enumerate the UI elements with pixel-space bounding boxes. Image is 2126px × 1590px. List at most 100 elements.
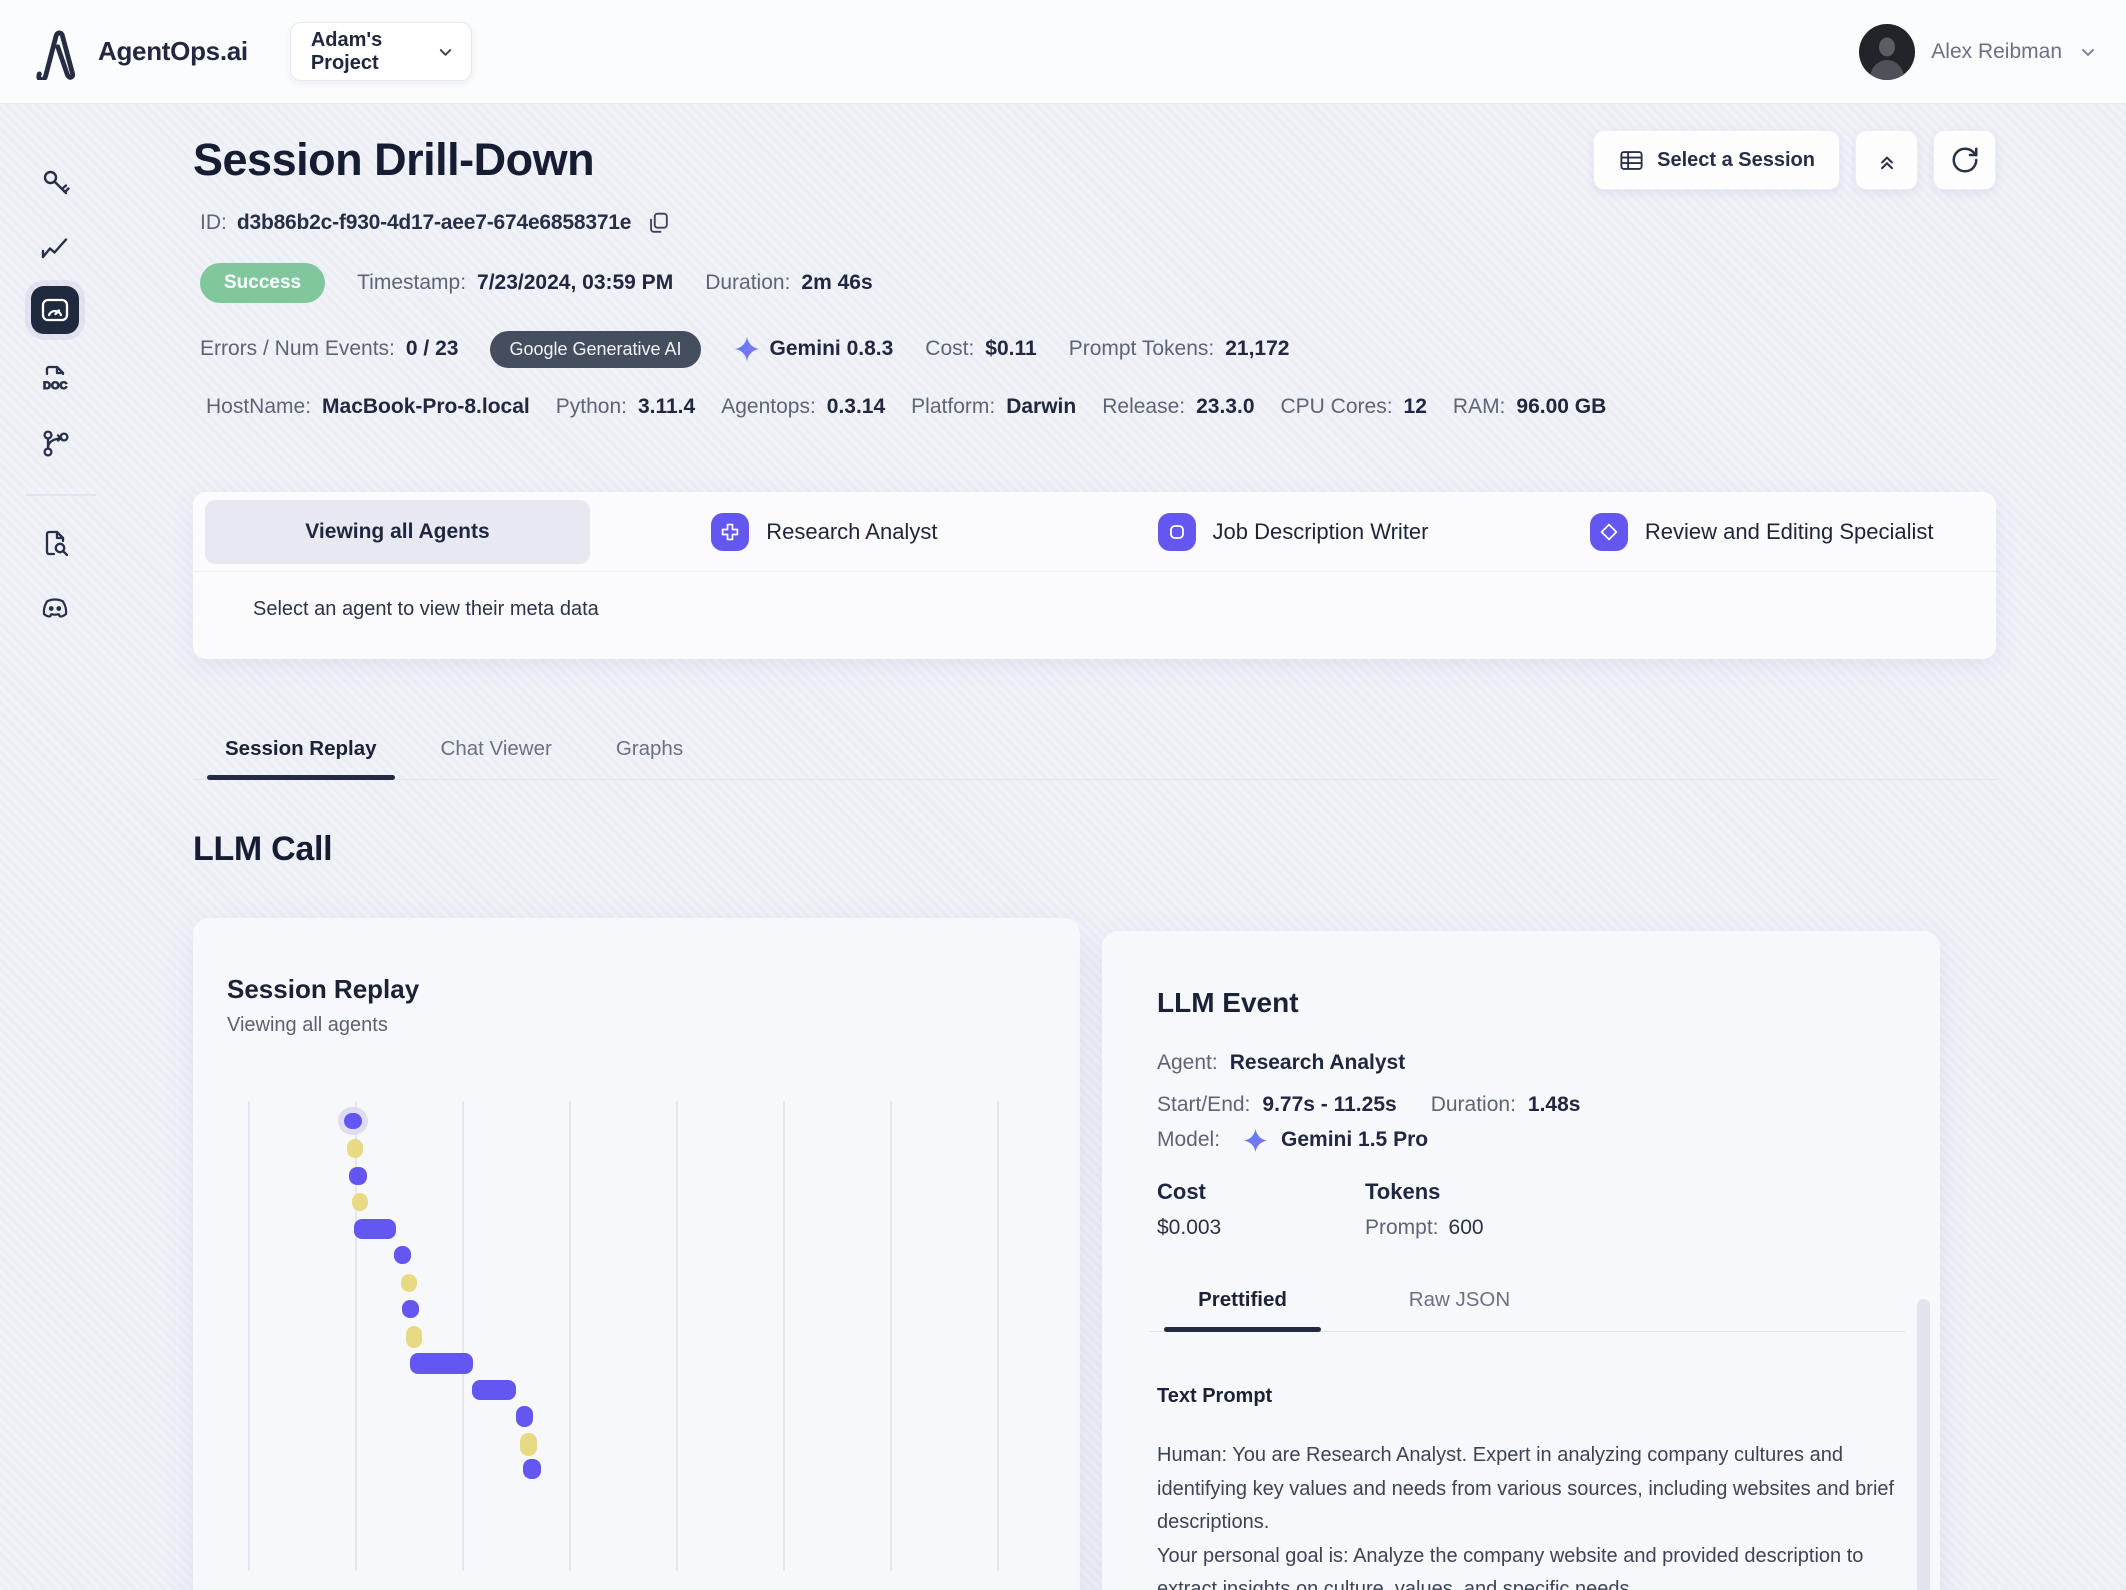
key-icon[interactable] bbox=[37, 164, 73, 200]
gemini-icon bbox=[734, 336, 759, 362]
ram-label: RAM: bbox=[1452, 395, 1506, 418]
host-row: HostName: MacBook-Pro-8.local Python: 3.11… bbox=[193, 392, 1996, 422]
tab-chat-viewer[interactable]: Chat Viewer bbox=[441, 737, 552, 761]
errors-label: Errors / Num Events: bbox=[200, 337, 395, 360]
event-bar[interactable] bbox=[523, 1459, 541, 1479]
git-branch-icon[interactable] bbox=[37, 425, 73, 461]
prompt-value: 600 bbox=[1448, 1216, 1484, 1239]
cpu-value: 12 bbox=[1403, 395, 1427, 418]
events-row: Errors / Num Events: 0 / 23 Google Genera… bbox=[193, 328, 1996, 370]
select-session-label: Select a Session bbox=[1657, 148, 1815, 171]
main-content: Session Drill-Down Select a Session ID: … bbox=[193, 104, 1996, 1590]
cost-value: $0.11 bbox=[985, 337, 1037, 360]
event-bar[interactable] bbox=[344, 1113, 362, 1129]
sidebar: DOC bbox=[0, 104, 110, 1590]
discord-icon[interactable] bbox=[37, 590, 73, 626]
analytics-icon[interactable] bbox=[37, 229, 73, 265]
start-end-value: 9.77s - 11.25s bbox=[1262, 1093, 1397, 1116]
agent-tab-job-description-writer[interactable]: Job Description Writer bbox=[1157, 512, 1429, 551]
chart-gridline bbox=[890, 1101, 892, 1571]
copy-icon[interactable] bbox=[645, 210, 671, 236]
text-prompt-heading: Text Prompt bbox=[1157, 1385, 1273, 1407]
tokens-header: Tokens bbox=[1365, 1179, 1441, 1204]
select-session-button[interactable]: Select a Session bbox=[1593, 130, 1840, 190]
tab-session-replay[interactable]: Session Replay bbox=[207, 737, 395, 780]
agentops-value: 0.3.14 bbox=[826, 395, 886, 418]
replay-card-subtitle: Viewing all agents bbox=[227, 1014, 388, 1036]
cost-header: Cost bbox=[1157, 1179, 1206, 1204]
viewing-all-agents-tab[interactable]: Viewing all Agents bbox=[205, 499, 590, 564]
event-bar[interactable] bbox=[394, 1246, 411, 1264]
release-label: Release: bbox=[1102, 395, 1186, 418]
refresh-button[interactable] bbox=[1933, 130, 1996, 190]
agent-label: Research Analyst bbox=[766, 518, 938, 544]
section-heading: LLM Call bbox=[193, 830, 333, 868]
docs-icon[interactable]: DOC bbox=[37, 360, 73, 396]
provider-badge: Google Generative AI bbox=[490, 330, 701, 368]
event-bar[interactable] bbox=[520, 1433, 537, 1456]
text-prompt-body: Human: You are Research Analyst. Expert … bbox=[1157, 1444, 1895, 1590]
chart-gridline bbox=[676, 1101, 678, 1571]
event-bar[interactable] bbox=[402, 1300, 419, 1318]
chart-gridline bbox=[997, 1101, 999, 1571]
tab-prettified[interactable]: Prettified bbox=[1164, 1288, 1321, 1332]
user-menu[interactable]: Alex Reibman bbox=[1859, 23, 2098, 80]
project-selector[interactable]: Adam's Project bbox=[289, 22, 472, 81]
event-bar[interactable] bbox=[349, 1167, 367, 1185]
diamond-agent-icon bbox=[1589, 512, 1628, 551]
session-id-row: ID: d3b86b2c-f930-4d17-aee7-674e6858371e bbox=[193, 210, 1996, 236]
event-bar[interactable] bbox=[406, 1326, 422, 1348]
sidebar-divider bbox=[26, 494, 96, 496]
agents-tab-bar: Viewing all Agents Research Analyst Job … bbox=[193, 492, 1996, 572]
duration-value: 2m 46s bbox=[801, 271, 873, 294]
agent-tab-research-analyst[interactable]: Research Analyst bbox=[711, 512, 938, 551]
brand-name: AgentOps.ai bbox=[98, 36, 248, 66]
timestamp-value: 7/23/2024, 03:59 PM bbox=[477, 271, 674, 294]
cost-label: Cost: bbox=[925, 337, 975, 360]
model-label: Model: bbox=[1157, 1128, 1221, 1151]
chart-gridline bbox=[462, 1101, 464, 1571]
event-bar[interactable] bbox=[347, 1139, 363, 1158]
event-bar[interactable] bbox=[410, 1353, 473, 1374]
llm-event-card: LLM Event Agent: Research Analyst Start/… bbox=[1102, 931, 1940, 1590]
file-search-icon[interactable] bbox=[37, 525, 73, 561]
event-card-scrollbar[interactable] bbox=[1917, 1299, 1930, 1590]
tab-graphs[interactable]: Graphs bbox=[616, 737, 683, 761]
cpu-label: CPU Cores: bbox=[1280, 395, 1393, 418]
hostname-value: MacBook-Pro-8.local bbox=[322, 395, 530, 418]
status-badge: Success bbox=[200, 263, 326, 303]
project-selector-value: Adam's Project bbox=[310, 28, 383, 74]
event-bar[interactable] bbox=[352, 1193, 368, 1211]
agents-hint: Select an agent to view their meta data bbox=[253, 598, 599, 620]
brand: AgentOps.ai bbox=[28, 24, 248, 80]
event-bar[interactable] bbox=[472, 1380, 516, 1400]
agent-tab-review-editing-specialist[interactable]: Review and Editing Specialist bbox=[1589, 512, 1933, 551]
event-card-title: LLM Event bbox=[1157, 987, 1299, 1018]
chevron-down-icon bbox=[2082, 48, 2094, 56]
ram-value: 96.00 GB bbox=[1516, 395, 1607, 418]
app: AgentOps.ai Adam's Project Alex Reibman bbox=[0, 0, 2126, 1590]
event-format-tabs: Prettified Raw JSON bbox=[1150, 1288, 1912, 1332]
python-value: 3.11.4 bbox=[637, 395, 696, 418]
agentops-label: Agentops: bbox=[721, 395, 816, 418]
tab-raw-json[interactable]: Raw JSON bbox=[1381, 1288, 1538, 1332]
start-end-label: Start/End: bbox=[1157, 1093, 1251, 1116]
agent-label: Job Description Writer bbox=[1212, 518, 1429, 544]
agent-value: Research Analyst bbox=[1229, 1051, 1406, 1074]
session-drilldown-icon[interactable] bbox=[31, 286, 79, 334]
chart-gridline bbox=[783, 1101, 785, 1571]
user-name: Alex Reibman bbox=[1931, 39, 2062, 63]
event-bar[interactable] bbox=[354, 1219, 396, 1239]
event-bar[interactable] bbox=[401, 1274, 417, 1292]
collapse-button[interactable] bbox=[1855, 130, 1918, 190]
event-bar[interactable] bbox=[516, 1406, 533, 1427]
event-cost-value: $0.003 bbox=[1157, 1216, 1222, 1239]
event-duration-label: Duration: bbox=[1430, 1093, 1516, 1116]
prompt-tokens-label: Prompt Tokens: bbox=[1068, 337, 1215, 360]
model-value: Gemini 1.5 Pro bbox=[1281, 1128, 1429, 1151]
cross-agent-icon bbox=[711, 512, 750, 551]
platform-label: Platform: bbox=[911, 395, 996, 418]
header: AgentOps.ai Adam's Project Alex Reibman bbox=[0, 0, 2126, 104]
session-replay-card: Session Replay Viewing all agents bbox=[193, 918, 1080, 1590]
prompt-label: Prompt: bbox=[1365, 1216, 1439, 1239]
